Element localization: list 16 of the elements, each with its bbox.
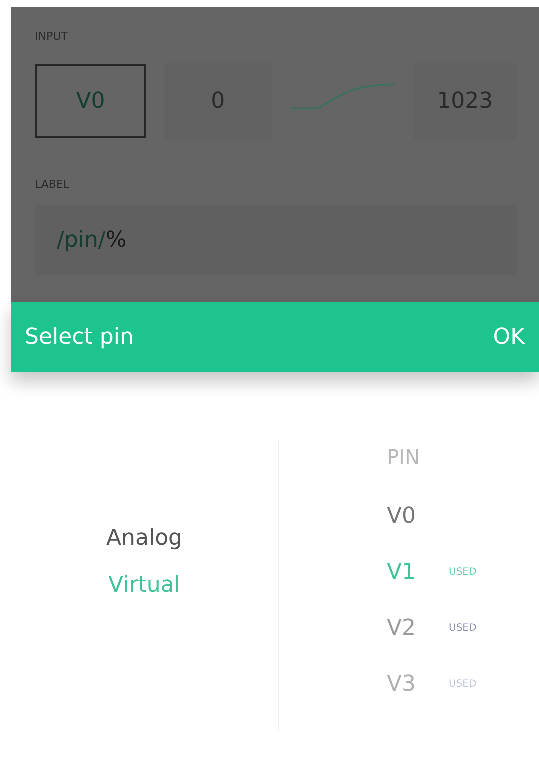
- header-title: Select pin: [25, 324, 134, 352]
- pin-type-option[interactable]: Virtual: [108, 569, 180, 602]
- section-label: LABEL: [35, 177, 71, 193]
- pin-selector[interactable]: V0: [35, 64, 146, 138]
- pin-option[interactable]: V3: [387, 668, 449, 700]
- pin-option[interactable]: V1: [387, 556, 449, 588]
- ok-button[interactable]: OK: [493, 320, 525, 354]
- label-field[interactable]: /pin/%: [35, 205, 517, 275]
- pin-option[interactable]: V2: [387, 612, 449, 644]
- used-tag: USED: [449, 564, 477, 580]
- pin-type-option[interactable]: Analog: [106, 522, 182, 555]
- used-tag: USED: [449, 676, 477, 692]
- column-heading: PIN: [387, 444, 421, 471]
- used-tag: USED: [449, 620, 477, 636]
- section-label: INPUT: [35, 29, 69, 45]
- pin-option[interactable]: V0: [387, 500, 449, 532]
